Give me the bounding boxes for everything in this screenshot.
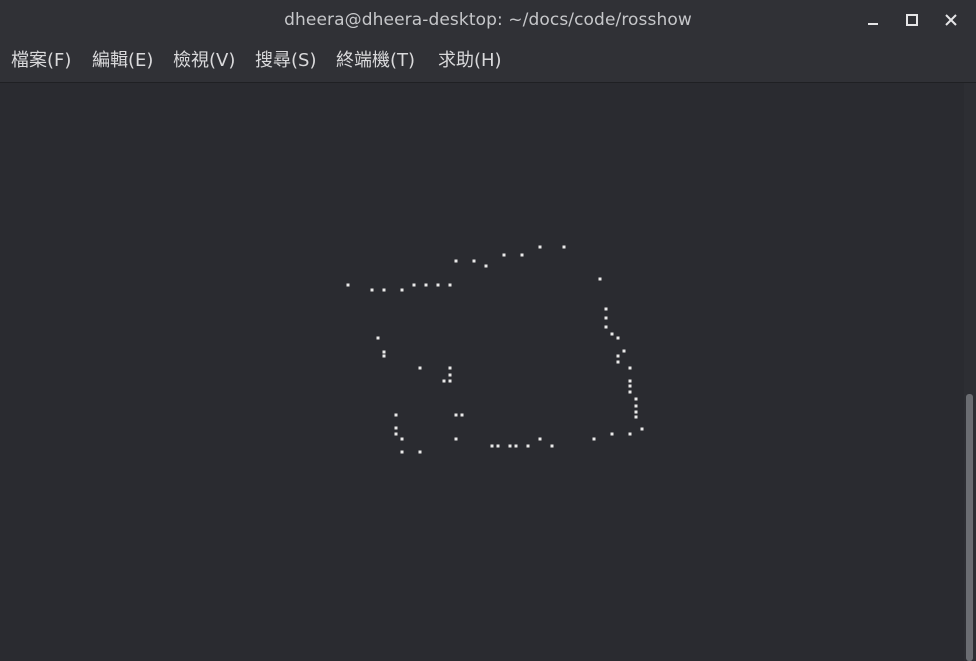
scan-dot <box>418 450 422 454</box>
scrollbar-thumb[interactable] <box>966 394 973 661</box>
scan-dot <box>526 444 530 448</box>
scan-dot <box>628 390 632 394</box>
scan-dot <box>490 444 494 448</box>
scan-dot <box>394 432 398 436</box>
scan-dot <box>604 316 608 320</box>
scan-dot <box>592 437 596 441</box>
scan-dot <box>448 379 452 383</box>
terminal-window: dheera@dheera-desktop: ~/docs/code/rossh… <box>0 0 976 661</box>
scan-dot <box>628 432 632 436</box>
scan-dot <box>640 427 644 431</box>
scan-dot <box>550 444 554 448</box>
scan-dot <box>604 325 608 329</box>
scan-dot <box>538 245 542 249</box>
scan-dot <box>634 404 638 408</box>
scan-dot <box>628 384 632 388</box>
scan-dot <box>622 349 626 353</box>
scan-dot <box>634 415 638 419</box>
scan-dot <box>616 354 620 358</box>
scan-dot <box>454 437 458 441</box>
scan-dot <box>418 366 422 370</box>
scan-dot <box>436 283 440 287</box>
scan-dot <box>634 397 638 401</box>
scan-dots <box>346 245 644 454</box>
scan-dot <box>448 373 452 377</box>
scan-dot <box>400 437 404 441</box>
scan-dot <box>628 379 632 383</box>
scan-dot <box>448 366 452 370</box>
scan-dot <box>628 366 632 370</box>
scan-dot <box>598 277 602 281</box>
scan-dot <box>370 288 374 292</box>
scan-dot <box>394 426 398 430</box>
scan-dot <box>454 413 458 417</box>
scan-dot <box>520 253 524 257</box>
scan-dot <box>382 288 386 292</box>
scan-dot <box>448 283 452 287</box>
scan-dot <box>442 379 446 383</box>
scan-dot <box>382 354 386 358</box>
scan-dot <box>346 283 350 287</box>
scan-dot <box>394 413 398 417</box>
scan-dot <box>376 336 380 340</box>
scan-dot <box>634 410 638 414</box>
scan-dot <box>514 444 518 448</box>
scan-dot <box>382 350 386 354</box>
scan-dot <box>616 360 620 364</box>
scan-dot <box>472 259 476 263</box>
scan-plot <box>346 245 644 454</box>
scan-dot <box>400 288 404 292</box>
scan-dot <box>454 259 458 263</box>
scan-dot <box>412 283 416 287</box>
scan-dot <box>610 432 614 436</box>
scan-dot <box>610 332 614 336</box>
scan-dot <box>484 264 488 268</box>
scan-dot <box>562 245 566 249</box>
scan-dot <box>502 253 506 257</box>
scan-dot <box>538 437 542 441</box>
scan-dot <box>604 307 608 311</box>
scan-dot <box>616 336 620 340</box>
scan-dot <box>460 413 464 417</box>
scan-dot <box>496 444 500 448</box>
scan-dot <box>508 444 512 448</box>
scan-dot <box>400 450 404 454</box>
scan-dot <box>424 283 428 287</box>
